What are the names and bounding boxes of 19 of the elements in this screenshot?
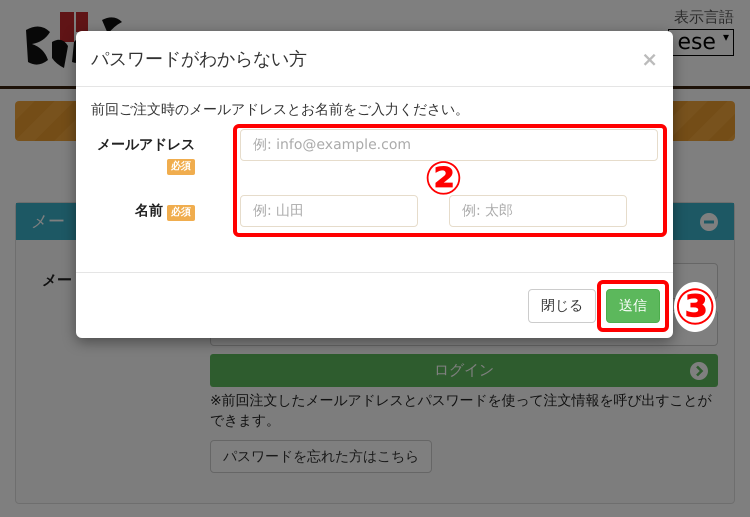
field-label: メールアドレス	[97, 137, 195, 153]
field-label: メー	[42, 271, 73, 290]
forgot-password-button[interactable]: パスワードを忘れた方はこちら	[210, 440, 432, 473]
required-badge: 必須	[167, 159, 195, 175]
close-button[interactable]: 閉じる	[528, 288, 596, 322]
panel-title: メー	[31, 211, 65, 233]
note-text: ※前回注文したメールアドレスとパスワードを使って注文情報を呼び出すことができます。	[210, 392, 713, 431]
submit-button[interactable]: 送信	[606, 288, 660, 322]
input-field[interactable]: 例: 山田	[240, 195, 418, 227]
field-label: 名前	[135, 203, 163, 219]
language-label: 表示言語	[674, 8, 734, 27]
input-field[interactable]: 例: info@example.com	[240, 129, 658, 161]
input-field[interactable]: 例: 太郎	[449, 195, 627, 227]
collapse-icon[interactable]	[700, 212, 718, 230]
chevron-right-icon	[690, 362, 708, 380]
intro-text: 前回ご注文時のメールアドレスとお名前をご入力ください。	[91, 101, 470, 119]
modal-title: パスワードがわからない方	[91, 48, 307, 70]
highlight-frame	[597, 280, 669, 332]
required-badge: 必須	[167, 205, 195, 221]
